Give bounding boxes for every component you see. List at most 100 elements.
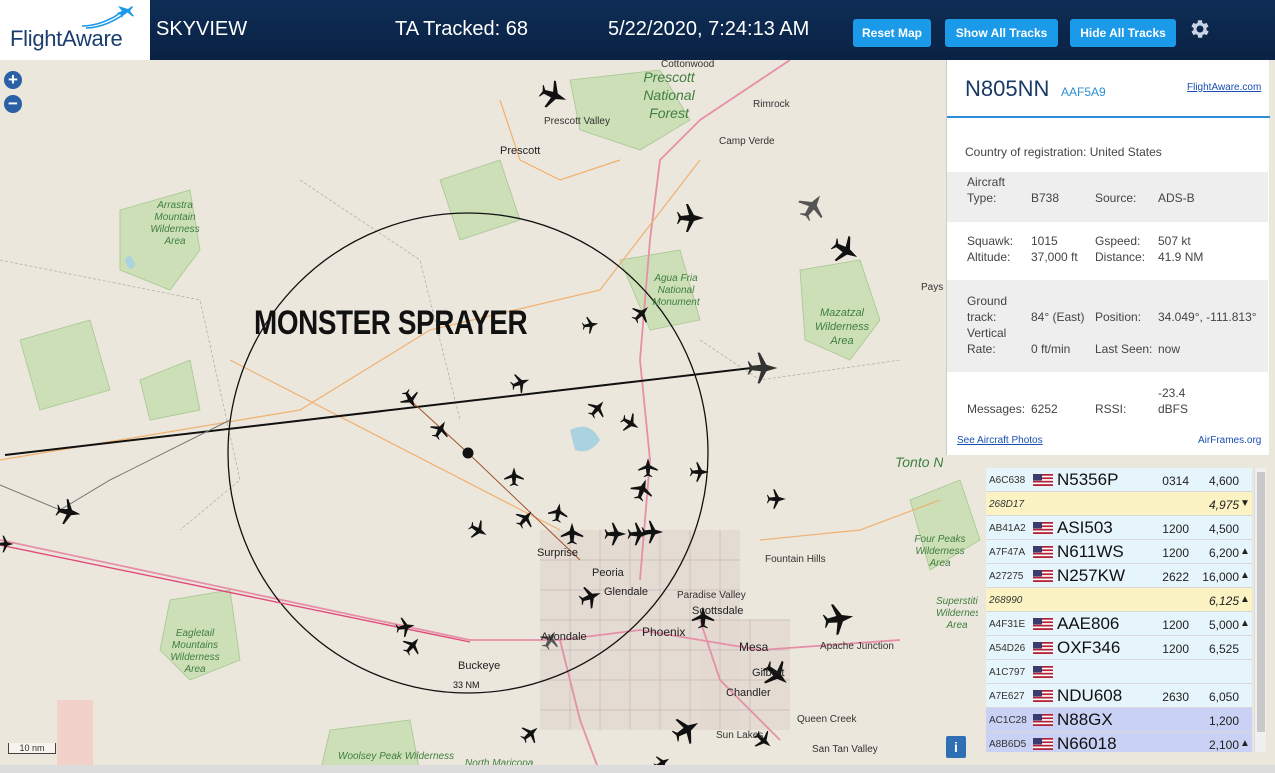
zoom-in-button[interactable]: + [4,71,22,89]
map-label: Peoria [592,567,624,579]
row-squawk: 1200 [1162,522,1189,536]
altitude-value: 37,000 ft [1031,250,1078,264]
panel-divider [947,116,1270,118]
rssi-label: RSSI: [1095,402,1127,416]
aircraft-icon [510,374,530,394]
map-label: Apache Junction [820,641,894,652]
row-altitude: 6,125 [1208,594,1239,608]
map-label: Four Peaks Wilderness Area [914,534,966,569]
scrollbar-thumb[interactable] [1257,472,1265,732]
row-altitude: 4,500 [1208,522,1239,536]
map-label: Arrastra Mountain Wilderness Area [150,200,200,247]
aircraft-icon [581,316,599,334]
gear-icon[interactable] [1187,17,1211,41]
map-label: Agua Fria National Monument [652,273,700,308]
row-callsign: N257KW [1057,566,1126,585]
row-callsign: N611WS [1057,542,1124,561]
map-label: San Tan Valley [812,744,878,755]
monster-sprayer-overlay-text: MONSTER SPRAYER [254,304,528,342]
see-aircraft-photos-link[interactable]: See Aircraft Photos [957,435,1043,446]
map-label: Fountain Hills [765,554,826,565]
gspeed-value: 507 kt [1158,234,1191,248]
us-flag-icon [1033,738,1053,750]
row-altitude: 2,100 [1208,738,1239,752]
row-trend: ▲ [1240,738,1250,749]
table-row[interactable]: A7F47A N611WS 1200 6,200 ▲ [986,540,1252,564]
row-squawk: 2630 [1162,690,1189,704]
row-callsign: N5356P [1057,470,1119,489]
table-row[interactable]: A8B6D5 N66018 2,100 ▲ [986,732,1252,752]
table-row[interactable]: A4F31E AAE806 1200 5,000 ▲ [986,612,1252,636]
row-altitude: 6,200 [1208,546,1239,560]
table-row[interactable]: A7E627 NDU608 2630 6,050 [986,684,1252,708]
us-flag-icon [1033,474,1053,486]
map-label: Woolsey Peak Wilderness [338,751,455,762]
table-row[interactable]: AB41A2 ASI503 1200 4,500 [986,516,1252,540]
row-hex: A4F31E [989,619,1026,630]
rssi-value: -23.4 dBFS [1158,386,1189,416]
table-scrollbar[interactable] [1254,468,1266,752]
row-callsign: OXF346 [1057,638,1121,657]
row-hex: AB41A2 [989,523,1026,534]
table-row[interactable]: A54D26 OXF346 1200 6,525 [986,636,1252,660]
row-altitude: 4,975 [1208,498,1239,512]
reset-map-button[interactable]: Reset Map [853,19,931,47]
row-altitude: 6,525 [1208,642,1239,656]
row-callsign: N66018 [1057,734,1117,752]
header-bar: FlightAware SKYVIEW TA Tracked: 68 5/22/… [0,0,1275,60]
row-hex: AC1C28 [989,715,1027,726]
aircraft-icon [402,638,419,656]
map-label: Queen Creek [797,714,857,725]
show-all-tracks-button[interactable]: Show All Tracks [945,19,1058,47]
aircraft-icon [520,727,538,744]
aircraft-icon [766,489,786,509]
row-hex: A7E627 [989,691,1025,702]
row-trend: ▲ [1240,618,1250,629]
source-value: ADS-B [1158,191,1195,205]
aircraft-icon [677,204,704,232]
us-flag-icon [1033,546,1053,558]
flightaware-link[interactable]: FlightAware.com [1187,82,1261,93]
position-value: 34.049°, -111.813° [1158,310,1257,324]
table-row[interactable]: A6C638 N5356P 0314 4,600 [986,468,1252,492]
row-hex: A6C638 [989,475,1026,486]
flightaware-logo[interactable]: FlightAware [0,0,150,60]
aircraft-type-label: Aircraft Type: [967,175,1006,205]
row-squawk: 2622 [1162,570,1189,584]
map-label: Prescott National Forest [643,69,695,121]
hide-all-tracks-button[interactable]: Hide All Tracks [1070,19,1176,47]
row-hex: 268D17 [989,499,1025,510]
row-trend: ▲ [1240,570,1250,581]
zoom-out-button[interactable]: − [4,95,22,113]
country-value: United States [1089,145,1162,159]
map-label: Surprise [537,547,578,559]
map-label: Phoenix [642,625,686,639]
table-row[interactable]: AC1C28 N88GX 1,200 [986,708,1252,732]
datetime-display: 5/22/2020, 7:24:13 AM [608,18,810,40]
us-flag-icon [1033,618,1053,630]
horizontal-scrollbar[interactable] [0,765,1275,773]
us-flag-icon [1033,666,1053,678]
table-row[interactable]: A27275 N257KW 2622 16,000 ▲ [986,564,1252,588]
table-row[interactable]: 268D17 4,975 ▼ [986,492,1252,516]
altitude-label: Altitude: [967,250,1011,264]
aircraft-icon [538,80,567,108]
table-row[interactable]: 268990 6,125 ▲ [986,588,1252,612]
aircraft-icon [468,520,487,538]
vertical-rate-value: 0 ft/min [1031,342,1071,356]
position-label: Position: [1095,310,1142,324]
row-squawk: 1200 [1162,642,1189,656]
us-flag-icon [1033,714,1053,726]
map-label: Eagletail Mountains Wilderness Area [170,628,220,675]
map-label: Avondale [541,631,587,643]
airframes-link[interactable]: AirFrames.org [1198,435,1261,446]
aircraft-table: A6C638 N5356P 0314 4,600 268D17 4,975 ▼ … [986,468,1252,752]
table-row[interactable]: A1C797 [986,660,1252,684]
info-button[interactable]: i [946,736,966,758]
aircraft-icon [430,421,448,440]
map-label: Buckeye [458,660,501,672]
row-altitude: 5,000 [1208,618,1239,632]
row-callsign: NDU608 [1057,686,1123,705]
aircraft-icon [0,535,14,553]
map-label: Superstition Wilderness Area [936,596,978,631]
